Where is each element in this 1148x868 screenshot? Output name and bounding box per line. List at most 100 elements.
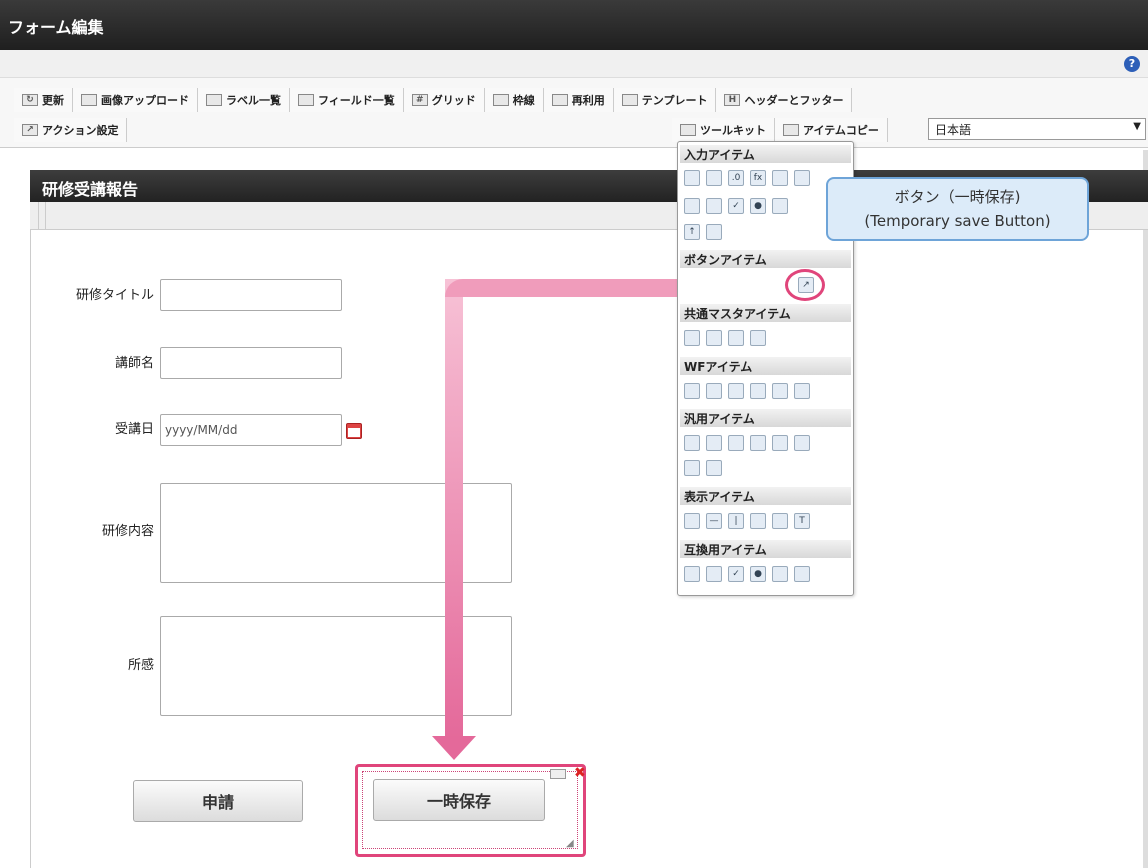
list-icon[interactable] bbox=[706, 198, 722, 214]
border-button[interactable]: 枠線 bbox=[484, 88, 544, 112]
datetime-icon[interactable] bbox=[794, 170, 810, 186]
date-icon[interactable] bbox=[772, 170, 788, 186]
master-items-row bbox=[684, 330, 766, 346]
textbox-icon[interactable] bbox=[684, 170, 700, 186]
palette-section-master: 共通マスタアイテム bbox=[680, 304, 851, 322]
organization-icon[interactable] bbox=[706, 330, 722, 346]
compat-items-row: ✓ ● bbox=[684, 566, 810, 582]
palette-section-input: 入力アイテム bbox=[680, 145, 851, 163]
update-button[interactable]: ↻ 更新 bbox=[14, 88, 73, 112]
camera-icon[interactable] bbox=[728, 435, 744, 451]
wf-items-row bbox=[684, 383, 810, 399]
panel-icon[interactable] bbox=[684, 460, 700, 476]
form-title: 研修受講報告 bbox=[42, 180, 139, 199]
label-list-button[interactable]: ラベル一覧 bbox=[198, 88, 290, 112]
image-upload-button[interactable]: 画像アップロード bbox=[73, 88, 198, 112]
action-settings-button[interactable]: ↗ アクション設定 bbox=[14, 118, 128, 142]
id-card-icon[interactable] bbox=[706, 460, 722, 476]
toolbar-row-1: ↻ 更新 画像アップロード ラベル一覧 フィールド一覧 # グリッド 枠線 再利用 … bbox=[14, 88, 853, 112]
input-items-row-1: .0 fx bbox=[684, 170, 810, 186]
stamp-icon[interactable] bbox=[794, 383, 810, 399]
template-icon bbox=[621, 94, 638, 106]
resize-handle-icon[interactable]: ◢ bbox=[566, 838, 574, 849]
checkbox-icon[interactable]: ✓ bbox=[728, 198, 744, 214]
toolkit-icon bbox=[783, 124, 799, 136]
border-icon bbox=[492, 94, 509, 106]
people-icon[interactable] bbox=[772, 383, 788, 399]
close-icon[interactable]: ✖ bbox=[574, 765, 586, 781]
attendance-date-input[interactable]: yyyy/MM/dd bbox=[160, 414, 342, 446]
select-icon[interactable] bbox=[684, 566, 700, 582]
header-footer-button[interactable]: H ヘッダーとフッター bbox=[716, 88, 853, 112]
toolkit-icon bbox=[680, 124, 696, 136]
textarea-icon[interactable] bbox=[706, 170, 722, 186]
page-icon[interactable] bbox=[706, 435, 722, 451]
toolkit-button[interactable]: ツールキット bbox=[672, 118, 775, 142]
instructor-label: 講師名 bbox=[114, 356, 154, 371]
window-titlebar: フォーム編集 bbox=[0, 0, 1148, 50]
grid-button[interactable]: # グリッド bbox=[403, 88, 485, 112]
label-icon[interactable] bbox=[684, 513, 700, 529]
scrollbar[interactable] bbox=[1143, 150, 1148, 868]
header-icon: H bbox=[724, 94, 741, 106]
image-icon[interactable] bbox=[772, 513, 788, 529]
item-copy-button[interactable]: アイテムコピー bbox=[775, 118, 888, 142]
radio-icon[interactable]: ● bbox=[750, 566, 766, 582]
template-button[interactable]: テンプレート bbox=[613, 88, 717, 112]
general-items-row-2 bbox=[684, 460, 722, 476]
apply-button[interactable]: 申請 bbox=[133, 780, 303, 822]
number-icon[interactable]: .0 bbox=[728, 170, 744, 186]
chevron-down-icon: ▼ bbox=[1133, 121, 1141, 132]
clipboard-icon[interactable] bbox=[684, 383, 700, 399]
pulldown-icon[interactable] bbox=[772, 198, 788, 214]
field-list-button[interactable]: フィールド一覧 bbox=[290, 88, 404, 112]
dotted-line-icon[interactable] bbox=[684, 435, 700, 451]
training-title-input[interactable] bbox=[160, 279, 342, 311]
window-icon[interactable] bbox=[728, 383, 744, 399]
box-icon[interactable] bbox=[750, 513, 766, 529]
training-content-label: 研修内容 bbox=[101, 524, 154, 539]
puzzle-icon[interactable] bbox=[750, 435, 766, 451]
role-icon[interactable] bbox=[750, 330, 766, 346]
input-items-row-3: ↑ bbox=[684, 224, 722, 240]
reuse-button[interactable]: 再利用 bbox=[543, 88, 614, 112]
instructor-input[interactable] bbox=[160, 347, 342, 379]
document-icon[interactable] bbox=[750, 383, 766, 399]
temp-save-button[interactable]: 一時保存 bbox=[373, 779, 545, 821]
file-down-icon[interactable] bbox=[794, 435, 810, 451]
upload-icon[interactable]: ↑ bbox=[684, 224, 700, 240]
palette-section-button: ボタンアイテム bbox=[680, 250, 851, 268]
palette-section-wf: WFアイテム bbox=[680, 357, 851, 375]
palette-section-compat: 互換用アイテム bbox=[680, 540, 851, 558]
user-icon[interactable] bbox=[684, 330, 700, 346]
general-items-row-1 bbox=[684, 435, 810, 451]
list-icon bbox=[206, 94, 222, 106]
calendar-icon[interactable] bbox=[346, 423, 362, 439]
copy-icon bbox=[551, 94, 568, 106]
list-icon[interactable] bbox=[706, 566, 722, 582]
attachment-icon[interactable] bbox=[706, 383, 722, 399]
callout-line-2: (Temporary save Button) bbox=[864, 212, 1051, 230]
table-icon[interactable] bbox=[706, 224, 722, 240]
callout-tooltip: ボタン（一時保存) (Temporary save Button) bbox=[826, 177, 1089, 241]
radio-icon[interactable]: ● bbox=[750, 198, 766, 214]
pulldown-icon[interactable] bbox=[772, 566, 788, 582]
formula-icon[interactable]: fx bbox=[750, 170, 766, 186]
grid-icon[interactable] bbox=[550, 769, 566, 779]
help-icon[interactable]: ? bbox=[1124, 56, 1140, 72]
checkbox-icon[interactable]: ✓ bbox=[728, 566, 744, 582]
text-icon[interactable]: T bbox=[794, 513, 810, 529]
vertical-line-icon[interactable]: | bbox=[728, 513, 744, 529]
palette-section-general: 汎用アイテム bbox=[680, 409, 851, 427]
select-icon[interactable] bbox=[684, 198, 700, 214]
horizontal-line-icon[interactable]: — bbox=[706, 513, 722, 529]
grid-table-icon[interactable] bbox=[794, 566, 810, 582]
display-items-row: — | T bbox=[684, 513, 810, 529]
group-icon[interactable] bbox=[728, 330, 744, 346]
toolbar-row-2: ↗ アクション設定 bbox=[14, 118, 128, 142]
file-up-icon[interactable] bbox=[772, 435, 788, 451]
impression-label: 所感 bbox=[127, 658, 154, 673]
grid-icon: # bbox=[411, 94, 428, 106]
language-select[interactable]: 日本語 ▼ bbox=[928, 118, 1146, 140]
callout-line-1: ボタン（一時保存) bbox=[894, 188, 1021, 206]
